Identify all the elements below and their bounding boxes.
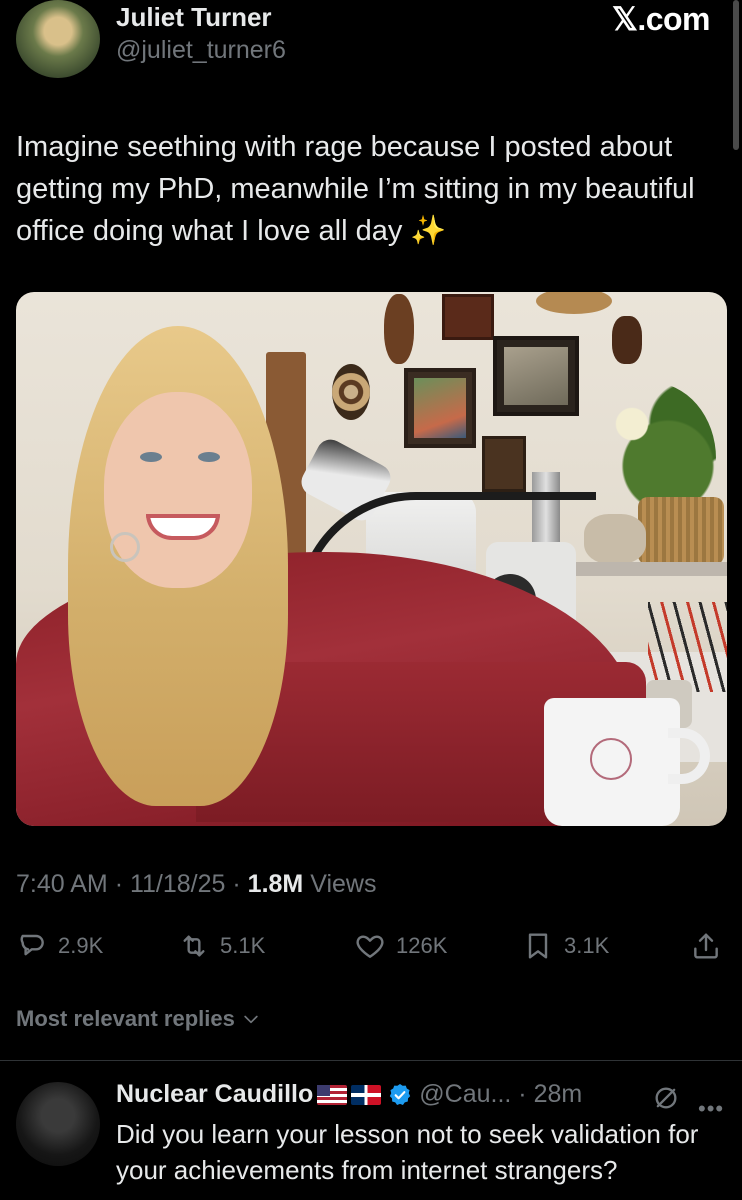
photo-mug xyxy=(544,698,680,826)
photo-frame-small xyxy=(442,294,494,340)
repost-button[interactable]: 5.1K xyxy=(178,928,265,964)
tweet-meta: 7:40 AM · 11/18/25 · 1.8M Views xyxy=(16,870,376,899)
bookmark-count: 3.1K xyxy=(564,933,610,958)
share-button[interactable] xyxy=(690,928,722,964)
tweet-time: 7:40 AM xyxy=(16,870,108,898)
photo-person-eye-left xyxy=(140,452,162,462)
tweet-text: Imagine seething with rage because I pos… xyxy=(16,131,695,247)
reply-header: Nuclear Caudillo @Cau... · 28m xyxy=(116,1080,582,1109)
meta-separator: · xyxy=(232,870,248,898)
bookmark-icon xyxy=(528,933,548,959)
reply-icon xyxy=(20,934,44,956)
chevron-down-icon xyxy=(244,1015,258,1024)
reply-time-separator: · xyxy=(511,1080,534,1108)
site-logo-label: 𝕏.com xyxy=(612,1,710,37)
photo-shelf xyxy=(576,562,727,576)
views-label: Views xyxy=(310,870,377,898)
photo-wall-mask xyxy=(384,294,414,364)
photo-person-earring xyxy=(110,532,140,562)
photo-basket-pot xyxy=(638,497,724,565)
like-count: 126K xyxy=(396,933,448,958)
tweet-date[interactable]: 11/18/25 xyxy=(130,870,225,898)
photo-person-eye-right xyxy=(198,452,220,462)
us-flag-icon xyxy=(317,1084,348,1105)
dominican-flag-icon xyxy=(351,1084,382,1105)
reply-author-name[interactable]: Nuclear Caudillo xyxy=(116,1080,313,1109)
meta-separator: · xyxy=(114,870,130,898)
reply-avatar[interactable] xyxy=(16,1082,100,1166)
reply-button[interactable]: 2.9K xyxy=(16,928,103,964)
photo-wall-mask-2 xyxy=(612,316,642,364)
author-name[interactable]: Juliet Turner xyxy=(116,2,272,33)
reply-author-handle[interactable]: @Cau... xyxy=(419,1080,511,1109)
photo-wall-plate xyxy=(332,364,370,420)
share-icon xyxy=(694,933,718,959)
tweet-photo[interactable] xyxy=(16,292,727,826)
repost-icon xyxy=(183,935,205,957)
divider xyxy=(0,1060,742,1061)
like-icon xyxy=(356,935,384,958)
replies-sort-label: Most relevant replies xyxy=(16,1006,235,1031)
bookmark-button[interactable]: 3.1K xyxy=(522,928,609,964)
views-count: 1.8M xyxy=(247,870,304,898)
author-handle[interactable]: @juliet_turner6 xyxy=(116,36,286,65)
photo-frame-painting xyxy=(404,368,476,448)
scrollbar[interactable] xyxy=(733,0,739,150)
replies-sort-dropdown[interactable]: Most relevant replies xyxy=(16,1006,261,1032)
repost-count: 5.1K xyxy=(220,933,266,958)
photo-frame-print xyxy=(493,336,579,416)
photo-basket xyxy=(536,292,612,314)
photo-frame-tiny xyxy=(482,436,526,492)
like-button[interactable]: 126K xyxy=(354,928,447,964)
photo-pencils xyxy=(648,602,727,692)
reply-text: Did you learn your lesson not to seek va… xyxy=(116,1119,699,1185)
grok-icon[interactable] xyxy=(652,1084,680,1112)
verified-badge-icon[interactable] xyxy=(387,1082,413,1108)
reply-time[interactable]: 28m xyxy=(534,1080,583,1109)
reply-count: 2.9K xyxy=(58,933,104,958)
author-avatar[interactable] xyxy=(16,0,100,78)
